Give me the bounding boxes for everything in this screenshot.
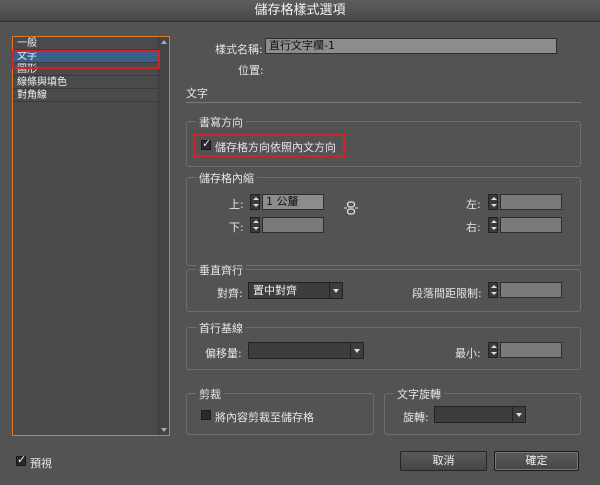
spin-down-icon[interactable] bbox=[253, 204, 259, 207]
scroll-down-icon[interactable] bbox=[161, 428, 167, 432]
inset-left-label: 左: bbox=[466, 198, 481, 211]
inset-bottom-field[interactable] bbox=[262, 217, 324, 233]
chevron-down-icon[interactable] bbox=[512, 407, 525, 422]
category-list[interactable]: 一般 文字 圖形 線條與填色 對角線 bbox=[12, 36, 170, 436]
spin-up-icon[interactable] bbox=[491, 220, 497, 223]
sidebar-scrollbar[interactable] bbox=[158, 37, 169, 435]
align-label: 對齊: bbox=[217, 287, 243, 300]
spin-up-icon[interactable] bbox=[253, 197, 259, 200]
section-divider bbox=[186, 102, 581, 103]
spin-up-icon[interactable] bbox=[253, 220, 259, 223]
sidebar-item-strokes-fills[interactable]: 線條與填色 bbox=[13, 76, 169, 89]
cell-inset-title: 儲存格內縮 bbox=[196, 170, 257, 186]
section-title-text: 文字 bbox=[186, 87, 208, 100]
highlight-sidebar-selection bbox=[12, 50, 160, 69]
position-label: 位置: bbox=[238, 64, 264, 77]
spin-up-icon[interactable] bbox=[491, 345, 497, 348]
preview-checkbox[interactable]: ✓ bbox=[16, 453, 27, 466]
style-name-field[interactable]: 直行文字欄-1 bbox=[265, 38, 557, 54]
first-baseline-title: 首行基線 bbox=[196, 320, 246, 336]
spin-down-icon[interactable] bbox=[491, 204, 497, 207]
spin-down-icon[interactable] bbox=[491, 352, 497, 355]
dialog: 一般 文字 圖形 線條與填色 對角線 樣式名稱: 直行文字欄-1 位置: 文字 … bbox=[0, 22, 600, 485]
style-name-label: 樣式名稱: bbox=[215, 43, 263, 56]
checkmark-icon: ✓ bbox=[17, 453, 27, 466]
min-label: 最小: bbox=[455, 347, 481, 360]
offset-dropdown[interactable] bbox=[248, 342, 364, 359]
rotate-dropdown[interactable] bbox=[434, 406, 526, 423]
align-dropdown[interactable]: 置中對齊 bbox=[248, 282, 343, 299]
sidebar-item-general[interactable]: 一般 bbox=[13, 37, 169, 50]
chain-link-icon[interactable] bbox=[344, 201, 358, 219]
spin-up-icon[interactable] bbox=[491, 285, 497, 288]
writing-direction-title: 書寫方向 bbox=[196, 114, 246, 130]
spin-down-icon[interactable] bbox=[491, 292, 497, 295]
clip-content-label[interactable]: 將內容剪裁至儲存格 bbox=[215, 409, 314, 425]
sidebar-item-diagonal-lines[interactable]: 對角線 bbox=[13, 89, 169, 102]
min-field[interactable] bbox=[500, 342, 562, 358]
spin-down-icon[interactable] bbox=[253, 227, 259, 230]
spin-up-icon[interactable] bbox=[491, 197, 497, 200]
clipping-title: 剪裁 bbox=[196, 386, 224, 402]
inset-left-spinner[interactable] bbox=[488, 194, 498, 210]
paragraph-spacing-spinner[interactable] bbox=[488, 282, 498, 298]
ok-button[interactable]: 確定 bbox=[494, 451, 579, 471]
text-rotation-title: 文字旋轉 bbox=[394, 386, 444, 402]
align-dropdown-value: 置中對齊 bbox=[253, 284, 297, 297]
inset-bottom-spinner[interactable] bbox=[250, 217, 260, 233]
chevron-down-icon[interactable] bbox=[329, 283, 342, 298]
inset-left-field[interactable] bbox=[500, 194, 562, 210]
window-title: 儲存格樣式選項 bbox=[0, 0, 600, 22]
highlight-cell-direction bbox=[193, 134, 345, 157]
scroll-up-icon[interactable] bbox=[161, 40, 167, 44]
inset-right-label: 右: bbox=[466, 221, 481, 234]
inset-right-field[interactable] bbox=[500, 217, 562, 233]
paragraph-spacing-field[interactable] bbox=[500, 282, 562, 298]
min-spinner[interactable] bbox=[488, 342, 498, 358]
inset-right-spinner[interactable] bbox=[488, 217, 498, 233]
spin-down-icon[interactable] bbox=[491, 227, 497, 230]
inset-top-label: 上: bbox=[229, 198, 244, 211]
rotate-label: 旋轉: bbox=[403, 411, 429, 424]
clip-content-checkbox[interactable] bbox=[201, 410, 211, 420]
offset-label: 偏移量: bbox=[205, 347, 242, 360]
paragraph-spacing-label: 段落間距限制: bbox=[412, 287, 482, 300]
inset-top-spinner[interactable] bbox=[250, 194, 260, 210]
inset-bottom-label: 下: bbox=[229, 221, 244, 234]
chevron-down-icon[interactable] bbox=[350, 343, 363, 358]
inset-top-field[interactable]: 1 公釐 bbox=[262, 194, 324, 210]
preview-label[interactable]: 預視 bbox=[30, 455, 52, 471]
cancel-button[interactable]: 取消 bbox=[400, 451, 487, 471]
vertical-justification-title: 垂直齊行 bbox=[196, 262, 246, 278]
